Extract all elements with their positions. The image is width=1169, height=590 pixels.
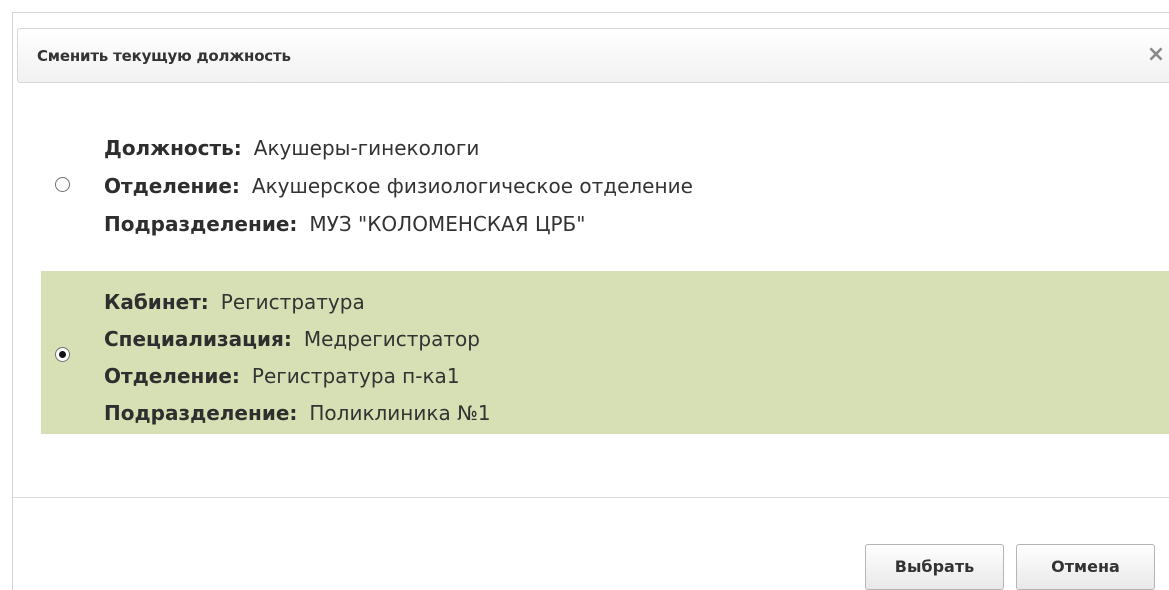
field-value: Акушерское физиологическое отделение	[251, 174, 693, 198]
field-label: Подразделение:	[104, 401, 298, 425]
position-option-selected[interactable]: Кабинет: Регистратура Специализация: Медре…	[41, 271, 1169, 434]
field-label: Должность:	[104, 136, 242, 160]
field-value: Регистратура п-ка1	[251, 364, 460, 388]
position-radio[interactable]	[55, 177, 70, 192]
position-field-row: Отделение: Акушерское физиологическое отд…	[104, 167, 693, 205]
dialog-title: Сменить текущую должность	[37, 47, 291, 65]
dialog-header: Сменить текущую должность ×	[17, 28, 1169, 83]
field-value: Медрегистратор	[303, 327, 480, 351]
position-field-row: Отделение: Регистратура п-ка1	[104, 358, 491, 395]
field-label: Специализация:	[104, 327, 292, 351]
position-field-row: Кабинет: Регистратура	[104, 284, 491, 321]
position-field-row: Должность: Акушеры-гинекологи	[104, 129, 693, 167]
field-value: Регистратура	[220, 290, 365, 314]
field-label: Отделение:	[104, 364, 240, 388]
field-value: МУЗ "КОЛОМЕНСКАЯ ЦРБ"	[309, 212, 586, 236]
change-position-dialog: Сменить текущую должность × Должность: Ак…	[12, 12, 1169, 590]
field-label: Подразделение:	[104, 212, 298, 236]
field-value: Поликлиника №1	[309, 401, 491, 425]
close-icon[interactable]: ×	[1144, 43, 1168, 67]
cancel-button[interactable]: Отмена	[1016, 544, 1155, 590]
position-option[interactable]: Должность: Акушеры-гинекологи Отделение: А…	[41, 117, 1169, 247]
position-radio-checked[interactable]	[55, 347, 70, 362]
field-value: Акушеры-гинекологи	[253, 136, 480, 160]
field-label: Отделение:	[104, 174, 240, 198]
position-details: Должность: Акушеры-гинекологи Отделение: А…	[104, 129, 693, 243]
position-field-row: Подразделение: Поликлиника №1	[104, 395, 491, 432]
select-button[interactable]: Выбрать	[865, 544, 1004, 590]
position-details: Кабинет: Регистратура Специализация: Медре…	[104, 284, 491, 432]
footer-divider	[13, 497, 1169, 498]
position-field-row: Специализация: Медрегистратор	[104, 321, 491, 358]
field-label: Кабинет:	[104, 290, 209, 314]
position-field-row: Подразделение: МУЗ "КОЛОМЕНСКАЯ ЦРБ"	[104, 205, 693, 243]
